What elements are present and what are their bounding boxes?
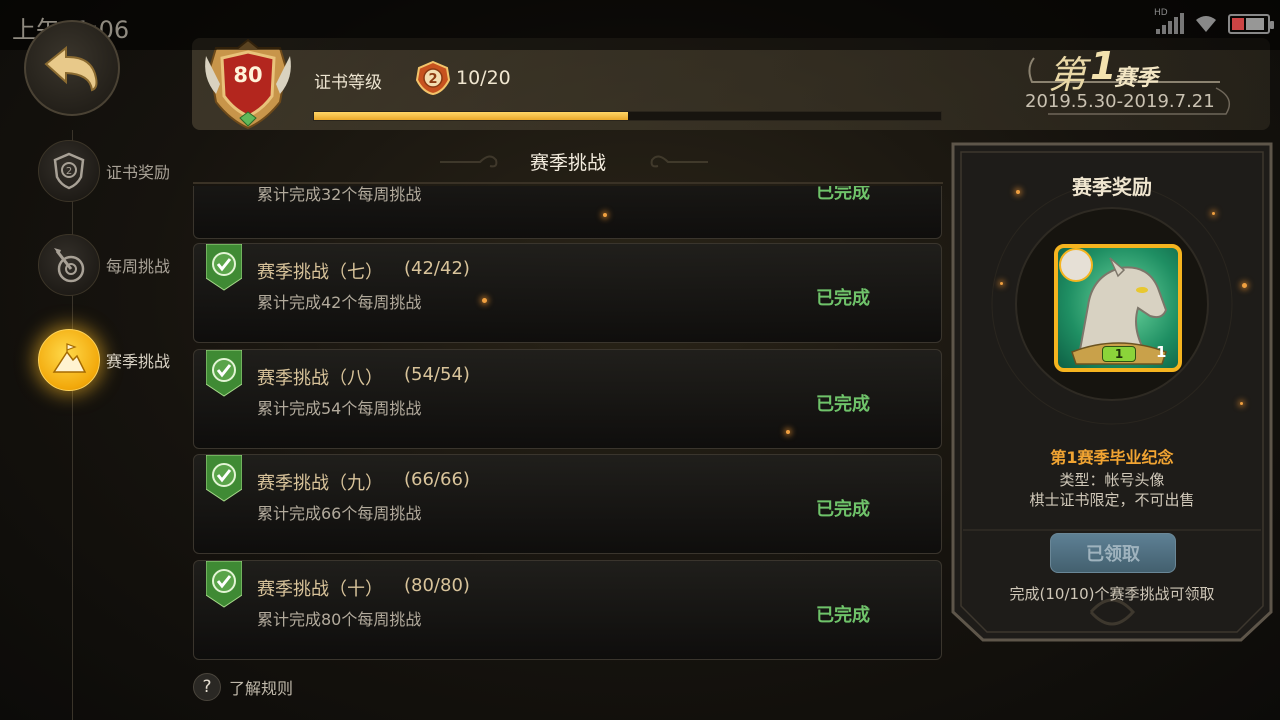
challenge-desc: 累计完成42个每周挑战 <box>257 293 422 312</box>
back-button[interactable] <box>24 20 120 116</box>
challenge-status: 已完成 <box>816 605 870 626</box>
challenge-count: (80/80) <box>404 575 470 596</box>
sparkle-decoration <box>786 430 790 434</box>
challenge-list[interactable]: 累计完成32个每周挑战 已完成 赛季挑战（七） (42/42) 累计完成42个每… <box>193 186 943 662</box>
nav-item-certificate-rewards[interactable]: 2 证书奖励 <box>38 140 170 202</box>
certificate-rank-icon: 2 <box>415 60 451 96</box>
profile-person-icon <box>1059 248 1093 282</box>
challenge-card: 赛季挑战（十） (80/80) 累计完成80个每周挑战 已完成 <box>193 560 942 660</box>
challenge-status: 已完成 <box>816 288 870 309</box>
completed-check-icon <box>206 350 242 397</box>
challenge-desc: 累计完成80个每周挑战 <box>257 610 422 629</box>
status-icons: HD <box>1154 8 1274 34</box>
nav-divider <box>72 130 73 720</box>
nav-label: 赛季挑战 <box>106 352 171 371</box>
challenges-header: 赛季挑战 <box>193 140 943 184</box>
help-question-icon: ? <box>193 673 221 701</box>
challenge-desc: 累计完成54个每周挑战 <box>257 399 422 418</box>
challenge-count: (42/42) <box>404 258 470 279</box>
reward-type: 类型：帐号头像 <box>1059 471 1165 489</box>
claim-button[interactable]: 已领取 <box>1050 533 1176 573</box>
challenge-title: 赛季挑战（八） <box>257 368 383 389</box>
svg-text:2: 2 <box>428 72 437 87</box>
mountain-flag-icon <box>52 343 87 373</box>
certificate-progress-fill <box>314 112 628 120</box>
sparkle-decoration <box>482 298 487 303</box>
certificate-level: 80 <box>233 63 263 87</box>
sparkle-decoration <box>1000 282 1003 285</box>
certificate-level-label: 证书等级 <box>314 73 382 93</box>
sparkle-decoration <box>1016 190 1020 194</box>
sparkle-decoration <box>1240 402 1243 405</box>
status-bar: 上午11:06 HD <box>0 0 1280 50</box>
sparkle-decoration <box>603 213 607 217</box>
challenges-title: 赛季挑战 <box>529 151 606 174</box>
season-suffix: 赛季 <box>1114 66 1159 91</box>
completed-check-icon <box>206 561 242 608</box>
challenge-card: 赛季挑战（七） (42/42) 累计完成42个每周挑战 已完成 <box>193 243 942 343</box>
nav-item-season-challenges[interactable]: 赛季挑战 <box>38 329 170 391</box>
sparkle-decoration <box>1242 283 1247 288</box>
challenge-card: 赛季挑战（九） (66/66) 累计完成66个每周挑战 已完成 <box>193 454 942 554</box>
challenge-status: 已完成 <box>816 394 870 415</box>
nav-icon-wrap: 2 <box>38 140 100 202</box>
nav-item-weekly-challenges[interactable]: 每周挑战 <box>38 234 170 296</box>
certificate-progress-text: 10/20 <box>456 67 511 89</box>
challenge-desc: 累计完成32个每周挑战 <box>257 186 422 204</box>
challenge-title: 赛季挑战（十） <box>257 579 383 600</box>
rules-link[interactable]: ? 了解规则 <box>193 673 293 701</box>
challenge-status: 已完成 <box>816 186 870 203</box>
reward-title: 赛季奖励 <box>1072 175 1152 199</box>
avatar-level-tag: 1 <box>1102 346 1136 362</box>
wifi-icon <box>1194 14 1218 34</box>
claim-condition: 完成(10/10)个赛季挑战可领取 <box>1009 585 1215 603</box>
reward-limit: 棋士证书限定，不可出售 <box>1029 491 1195 509</box>
nav-icon-wrap <box>38 234 100 296</box>
challenge-count: (66/66) <box>404 469 470 490</box>
challenge-title: 赛季挑战（九） <box>257 473 383 494</box>
target-dart-icon <box>54 248 85 283</box>
avatar-quantity: 1 <box>1156 343 1167 361</box>
nav-icon-wrap <box>38 329 100 391</box>
network-type-label: HD <box>1154 8 1168 18</box>
nav-label: 每周挑战 <box>106 257 171 276</box>
challenge-count: (54/54) <box>404 364 470 385</box>
battery-icon <box>1228 14 1274 34</box>
season-number: 1 <box>1090 44 1117 88</box>
rules-label: 了解规则 <box>229 679 294 698</box>
svg-text:2: 2 <box>66 166 72 177</box>
challenge-card: 赛季挑战（八） (54/54) 累计完成54个每周挑战 已完成 <box>193 349 942 449</box>
completed-check-icon <box>206 455 242 502</box>
challenge-card: 累计完成32个每周挑战 已完成 <box>193 186 942 239</box>
certificate-shield-icon: 2 <box>53 152 85 190</box>
challenge-status: 已完成 <box>816 499 870 520</box>
sparkle-decoration <box>1212 212 1215 215</box>
certificate-progress-bar <box>313 111 942 121</box>
challenge-desc: 累计完成66个每周挑战 <box>257 504 422 523</box>
nav-label: 证书奖励 <box>106 163 171 182</box>
back-arrow-icon <box>44 45 98 92</box>
cellular-signal-icon: HD <box>1154 8 1184 34</box>
season-date-range: 2019.5.30-2019.7.21 <box>1025 91 1215 112</box>
completed-check-icon <box>206 244 242 291</box>
reward-name: 第1赛季毕业纪念 <box>1050 448 1174 467</box>
challenge-title: 赛季挑战（七） <box>257 262 383 283</box>
